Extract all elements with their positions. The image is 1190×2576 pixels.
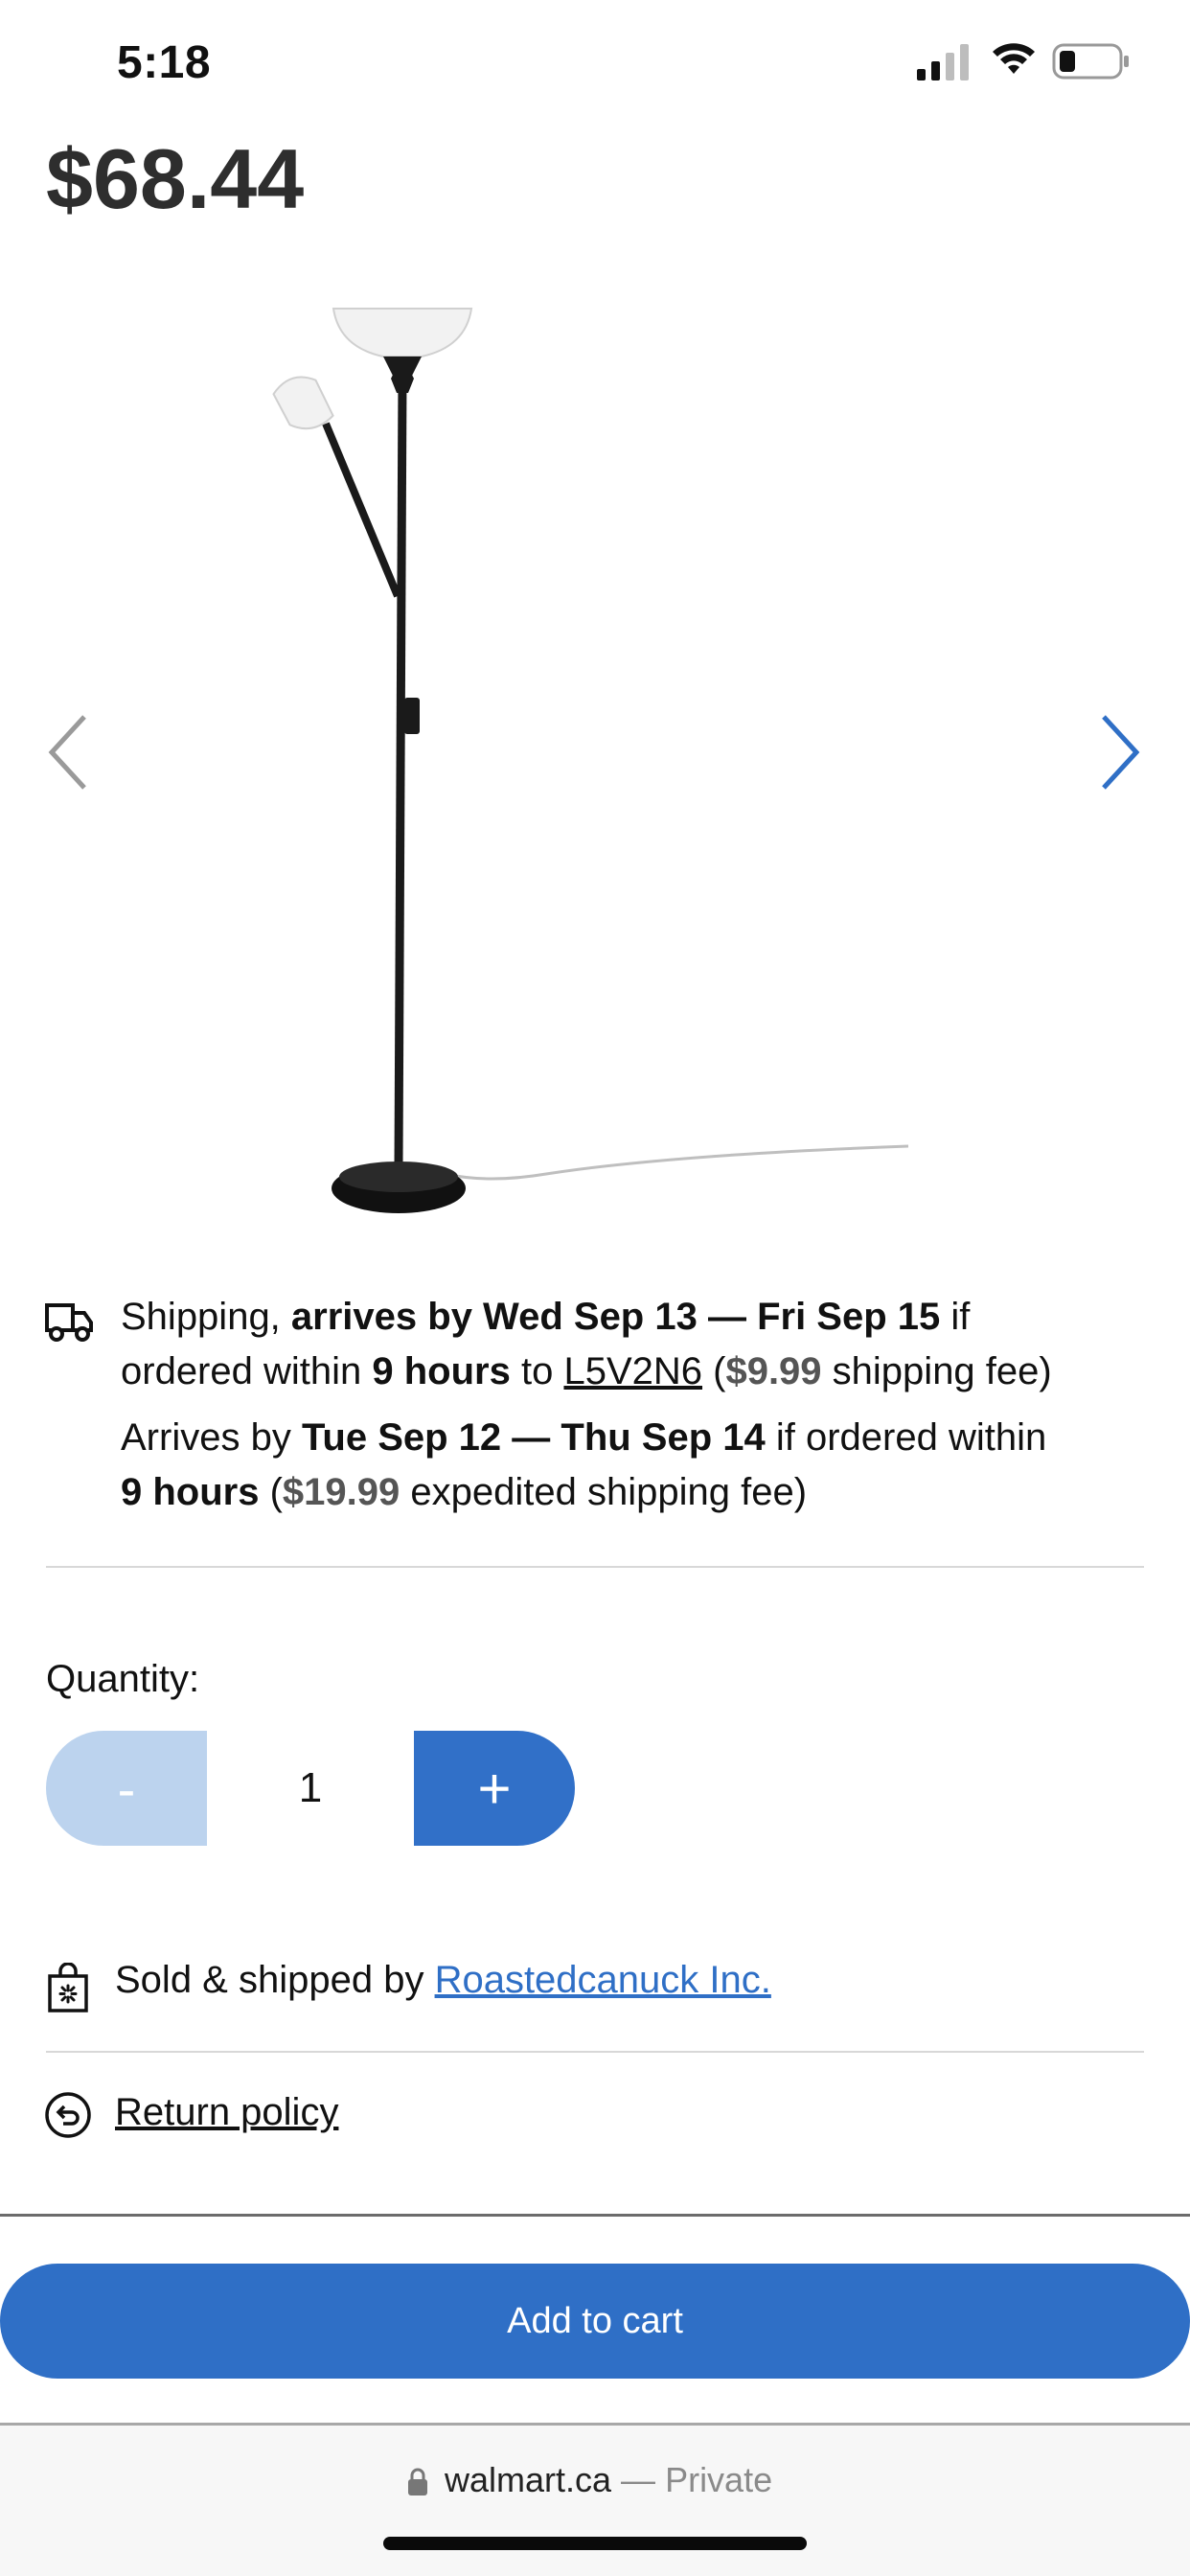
shipping-text: expedited shipping fee) <box>400 1471 808 1513</box>
shopping-bag-icon <box>48 1963 88 2012</box>
shipping-text: ( <box>259 1471 283 1513</box>
browser-address-bar[interactable] <box>0 2426 1190 2576</box>
private-mode-label: Private <box>665 2460 773 2499</box>
postal-code-link[interactable]: L5V2N6 <box>563 1350 702 1392</box>
order-window: 9 hours <box>121 1471 260 1513</box>
status-time: 5:18 <box>117 37 212 88</box>
quantity-label: Quantity: <box>46 1658 200 1700</box>
truck-icon <box>45 1303 93 1342</box>
url-separator: — <box>611 2460 666 2499</box>
divider <box>46 2051 1144 2053</box>
domain-text: walmart.ca <box>445 2460 612 2499</box>
signal-icon <box>917 44 969 80</box>
shipping-line-4: 9 hours ($19.99 expedited shipping fee) <box>121 1465 807 1520</box>
url-display[interactable]: walmart.ca — Private <box>445 2460 772 2500</box>
shipping-text: if ordered within <box>765 1416 1047 1459</box>
standard-delivery-dates: arrives by Wed Sep 13 — Fri Sep 15 <box>290 1296 941 1338</box>
shipping-text: to <box>510 1350 564 1392</box>
home-indicator[interactable] <box>383 2537 807 2550</box>
shipping-text: ordered within <box>121 1350 373 1392</box>
shipping-text: Shipping, <box>121 1296 291 1338</box>
add-to-cart-button[interactable]: Add to cart <box>0 2264 1190 2379</box>
lock-icon <box>408 2468 427 2496</box>
quantity-value[interactable]: 1 <box>207 1731 414 1846</box>
product-image[interactable] <box>240 288 929 1227</box>
expedited-delivery-dates: Tue Sep 12 — Thu Sep 14 <box>301 1416 766 1459</box>
shipping-text: Arrives by <box>121 1416 302 1459</box>
expedited-fee: $19.99 <box>282 1471 400 1513</box>
shipping-text: ( <box>702 1350 726 1392</box>
shipping-line-1: Shipping, arrives by Wed Sep 13 — Fri Se… <box>121 1290 970 1345</box>
seller-prefix: Sold & shipped by <box>115 1959 435 2001</box>
shipping-text: shipping fee) <box>821 1350 1052 1392</box>
seller-link[interactable]: Roastedcanuck Inc. <box>435 1959 771 2001</box>
seller-info: Sold & shipped by Roastedcanuck Inc. <box>115 1959 771 2002</box>
product-price: $68.44 <box>46 131 305 226</box>
chevron-right-icon[interactable] <box>1092 709 1150 795</box>
order-window: 9 hours <box>372 1350 511 1392</box>
wifi-icon <box>993 43 1035 74</box>
shipping-line-3: Arrives by Tue Sep 12 — Thu Sep 14 if or… <box>121 1411 1046 1465</box>
chevron-left-icon[interactable] <box>38 709 96 795</box>
shipping-text: if <box>940 1296 971 1338</box>
divider <box>46 1566 1144 1568</box>
return-policy-link[interactable]: Return policy <box>115 2091 338 2134</box>
shipping-line-2: ordered within 9 hours to L5V2N6 ($9.99 … <box>121 1345 1052 1399</box>
increase-quantity-button[interactable]: + <box>414 1731 575 1846</box>
decrease-quantity-button[interactable]: - <box>46 1731 207 1846</box>
divider <box>0 2214 1190 2217</box>
shipping-fee: $9.99 <box>725 1350 822 1392</box>
battery-icon <box>1052 43 1129 80</box>
return-icon <box>45 2092 91 2138</box>
